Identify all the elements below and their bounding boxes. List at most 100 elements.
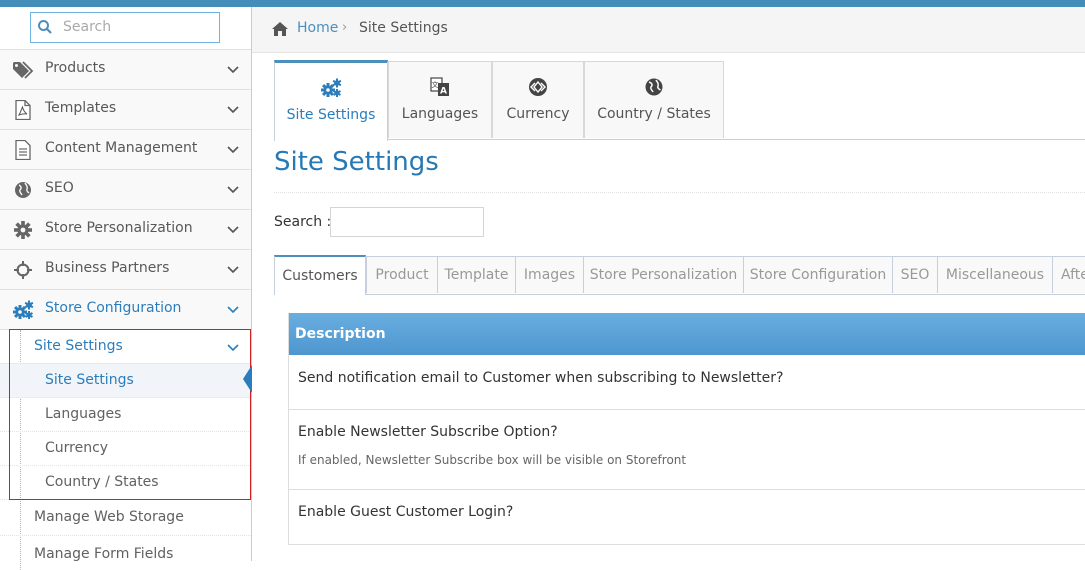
sidebar-item-label: SEO: [45, 180, 74, 196]
breadcrumb-current: Site Settings: [359, 20, 448, 36]
submenu-item-manage-web-storage[interactable]: Manage Web Storage: [0, 500, 251, 536]
table-row: Enable Newsletter Subscribe Option? If e…: [289, 410, 1085, 490]
sidebar-item-label: Content Management: [45, 140, 198, 156]
column-header-description: Description: [295, 326, 386, 342]
crosshair-icon: [14, 261, 32, 279]
breadcrumb: Home › Site Settings: [252, 7, 1085, 53]
submenu-item-label: Currency: [45, 440, 109, 456]
tab-label: Product: [375, 267, 429, 283]
tab-product[interactable]: Product: [366, 256, 438, 293]
submenu-item-label: Languages: [45, 406, 122, 422]
submenu-item-languages[interactable]: Languages: [0, 398, 251, 432]
currency-icon: [529, 78, 547, 96]
sidebar-item-products[interactable]: Products: [0, 50, 251, 90]
tab-seo[interactable]: SEO: [892, 256, 938, 293]
tab-label: Store Personalization: [589, 267, 738, 283]
page-title: Site Settings: [274, 147, 439, 177]
tab-label: SEO: [900, 267, 930, 283]
tab-label: Miscellaneous: [945, 267, 1045, 283]
tab-label: Languages: [401, 106, 479, 122]
chevron-down-icon: [227, 344, 239, 352]
globe-icon: [645, 78, 663, 96]
setting-question: Enable Newsletter Subscribe Option?: [298, 424, 558, 440]
submenu-item-label: Site Settings: [45, 372, 134, 388]
submenu-item-country-states[interactable]: Country / States: [0, 466, 251, 500]
submenu-item-site-settings[interactable]: Site Settings: [0, 364, 251, 398]
submenu-group-label: Site Settings: [34, 338, 123, 354]
category-tabs: Customers Product Template Images Store …: [274, 255, 1085, 295]
tab-customers[interactable]: Customers: [274, 255, 366, 295]
tab-label: Template: [444, 267, 509, 283]
top-accent-bar: [0, 0, 1085, 7]
pdf-file-icon: [15, 100, 31, 120]
table-row: Send notification email to Customer when…: [289, 355, 1085, 410]
submenu-item-currency[interactable]: Currency: [0, 432, 251, 466]
tab-languages[interactable]: A 文 Languages: [388, 61, 492, 138]
tab-label: Store Configuration: [749, 267, 887, 283]
svg-text:A: A: [440, 87, 447, 97]
table-row: Enable Guest Customer Login?: [289, 490, 1085, 545]
gears-icon: [321, 78, 342, 97]
search-icon: [38, 20, 52, 34]
globe-icon: [15, 182, 31, 198]
submenu-site-settings-group[interactable]: Site Settings: [0, 330, 251, 364]
setting-question: Enable Guest Customer Login?: [298, 504, 514, 520]
tab-label: Images: [523, 267, 576, 283]
tab-country-states[interactable]: Country / States: [584, 61, 724, 138]
setting-hint: If enabled, Newsletter Subscribe box wil…: [298, 453, 687, 467]
sidebar-item-templates[interactable]: Templates: [0, 90, 251, 130]
chevron-down-icon: [227, 306, 239, 314]
gear-icon: [14, 221, 32, 239]
chevron-down-icon: [227, 106, 239, 114]
sidebar-item-label: Templates: [45, 100, 117, 116]
sidebar-item-label: Products: [45, 60, 106, 76]
home-icon: [272, 22, 288, 36]
filter-label: Search :: [274, 214, 332, 230]
sidebar-item-store-personalization[interactable]: Store Personalization: [0, 210, 251, 250]
chevron-down-icon: [227, 266, 239, 274]
tab-label: Site Settings: [286, 107, 376, 123]
active-item-arrow: [243, 365, 252, 393]
sidebar-item-label: Business Partners: [45, 260, 170, 276]
chevron-down-icon: [227, 146, 239, 154]
document-icon: [15, 140, 31, 160]
tab-label: Customers: [282, 268, 358, 284]
submenu-item-manage-form-fields[interactable]: Manage Form Fields: [0, 536, 251, 569]
breadcrumb-separator: ›: [342, 20, 348, 35]
gears-icon: [13, 300, 34, 319]
tags-icon: [13, 61, 34, 79]
submenu-item-label: Country / States: [45, 474, 159, 490]
store-configuration-submenu: Site Settings Site Settings Languages Cu…: [0, 330, 251, 570]
sidebar-search-box[interactable]: [30, 12, 220, 43]
sidebar-item-label: Store Personalization: [45, 220, 193, 236]
tab-label: Afte: [1061, 267, 1085, 283]
tab-label: Currency: [506, 106, 570, 122]
filter-search-input[interactable]: [330, 207, 484, 237]
sidebar-search-input[interactable]: [63, 17, 213, 37]
tab-store-configuration[interactable]: Store Configuration: [743, 256, 893, 293]
settings-table: Description Send notification email to C…: [288, 313, 1085, 545]
breadcrumb-home-link[interactable]: Home: [297, 20, 338, 36]
sidebar-item-content-management[interactable]: Content Management: [0, 130, 251, 170]
tab-store-personalization[interactable]: Store Personalization: [583, 256, 744, 293]
title-divider: [274, 192, 1085, 193]
chevron-down-icon: [227, 226, 239, 234]
submenu-item-label: Manage Web Storage: [34, 509, 184, 525]
translate-icon: A 文: [430, 77, 449, 97]
settings-tabs: Site Settings A 文 Languages Currency Cou: [274, 60, 1085, 141]
tab-images[interactable]: Images: [515, 256, 584, 293]
tab-after[interactable]: Afte: [1052, 256, 1085, 293]
table-header: Description: [289, 313, 1085, 355]
sidebar-item-seo[interactable]: SEO: [0, 170, 251, 210]
sidebar-item-store-configuration[interactable]: Store Configuration: [0, 290, 251, 330]
tab-currency[interactable]: Currency: [492, 61, 584, 138]
tab-miscellaneous[interactable]: Miscellaneous: [937, 256, 1053, 293]
submenu-item-label: Manage Form Fields: [34, 546, 174, 562]
tab-template[interactable]: Template: [437, 256, 516, 293]
svg-text:文: 文: [432, 80, 439, 89]
chevron-down-icon: [227, 186, 239, 194]
sidebar-item-label: Store Configuration: [45, 300, 182, 316]
sidebar-item-business-partners[interactable]: Business Partners: [0, 250, 251, 290]
sidebar: Products Templates Content Management SE…: [0, 7, 252, 570]
tab-site-settings[interactable]: Site Settings: [274, 60, 388, 141]
